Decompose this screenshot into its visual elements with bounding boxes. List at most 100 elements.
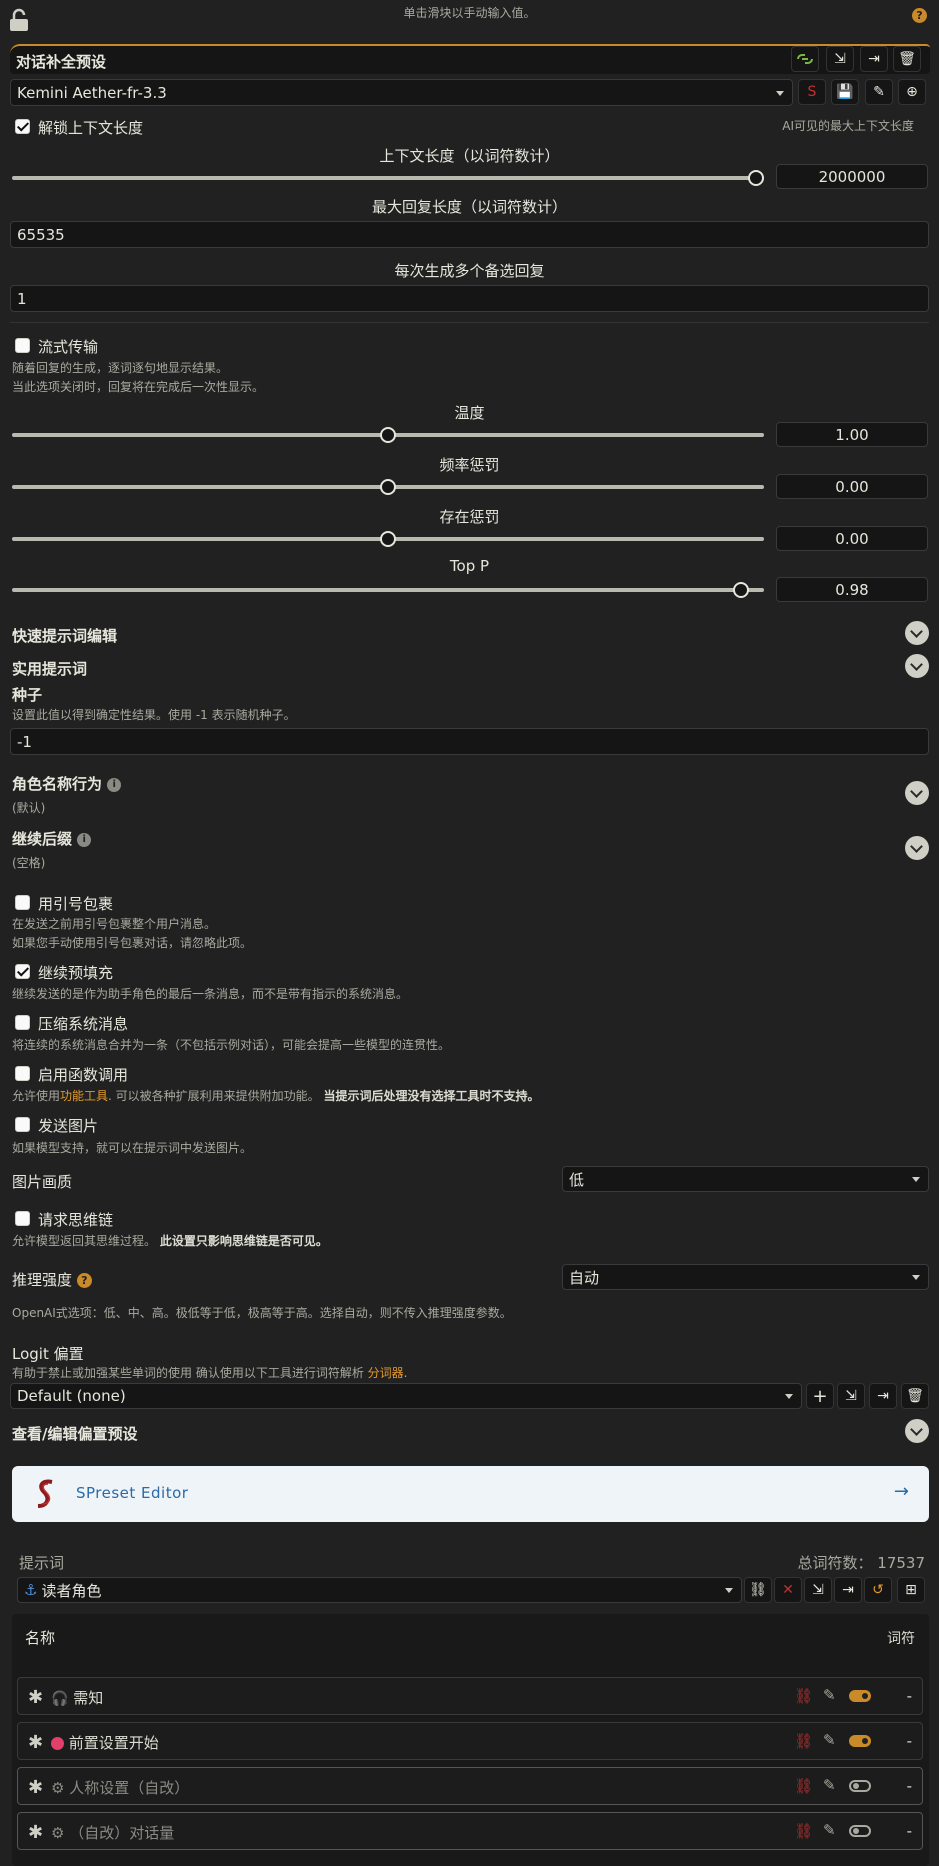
drag-icon[interactable]: ✱ [28, 1687, 43, 1708]
logit-bias-label: Logit 偏置 [12, 1345, 84, 1363]
edit-icon[interactable]: ✎ [823, 1776, 836, 1794]
function-calling-checkbox[interactable] [15, 1066, 30, 1081]
unlock-context-checkbox[interactable] [15, 119, 30, 134]
prompt-row[interactable]: ✱ ⚙ 人称设置（自改） ⛓ ✎ - [17, 1767, 923, 1805]
squash-system-checkbox[interactable] [15, 1015, 30, 1030]
image-quality-select[interactable]: 低 [562, 1166, 929, 1192]
seed-input[interactable]: -1 [10, 728, 929, 755]
unlink-icon[interactable]: ⛓ [794, 1687, 813, 1705]
drag-icon[interactable]: ✱ [28, 1822, 43, 1843]
prompt-tokens: - [906, 1687, 912, 1705]
export-icon[interactable]: ⇥ [834, 1577, 862, 1603]
send-images-checkbox[interactable] [15, 1117, 30, 1132]
prompt-row[interactable]: ✱ ⚙ （自改）对话量 ⛓ ✎ - [17, 1812, 923, 1850]
char-name-value: (默认) [12, 801, 46, 815]
slider-track[interactable] [12, 588, 764, 592]
logit-bias-desc: 有助于禁止或加强某些单词的使用 确认使用以下工具进行词符解析 分词器. [12, 1366, 408, 1380]
pink-dot-icon [51, 1737, 64, 1750]
toggle-icon[interactable] [849, 1735, 871, 1747]
trash-icon[interactable]: 🗑 [901, 1383, 929, 1409]
slider-value-input[interactable]: 0.00 [776, 526, 928, 551]
import-icon[interactable]: ⇲ [804, 1577, 832, 1603]
char-name-expand-icon[interactable] [905, 781, 929, 805]
save-icon[interactable]: 💾 [831, 79, 859, 105]
reasoning-effort-desc: OpenAI式选项：低、中、高。极低等于低，极高等于高。选择自动，则不传入推理强… [12, 1306, 512, 1320]
close-icon[interactable]: ✕ [774, 1577, 802, 1603]
utility-expand-icon[interactable] [905, 654, 929, 678]
link-icon[interactable] [791, 46, 819, 72]
info-icon[interactable]: i [77, 832, 92, 847]
prompt-character-select[interactable]: ⚓ 读者角色 [17, 1577, 742, 1603]
squash-system-desc: 将连续的系统消息合并为一条（不包括示例对话），可能会提高一些模型的连贯性。 [12, 1038, 451, 1052]
tokenizer-link[interactable]: 分词器 [368, 1366, 404, 1380]
spreset-logo-icon [34, 1478, 58, 1510]
slider-label: 存在惩罚 [439, 508, 500, 526]
slider-value-input[interactable]: 0.00 [776, 474, 928, 499]
edit-icon[interactable]: ✎ [823, 1821, 836, 1839]
view-bias-expand-icon[interactable] [905, 1419, 929, 1443]
reasoning-effort-select[interactable]: 自动 [562, 1264, 929, 1290]
drag-icon[interactable]: ✱ [28, 1777, 43, 1798]
context-length-input[interactable]: 2000000 [776, 164, 928, 189]
streaming-checkbox[interactable] [15, 338, 30, 353]
logit-preset-select[interactable]: Default (none) [10, 1383, 802, 1409]
unlink-icon[interactable]: ⛓ [794, 1822, 813, 1840]
info-icon[interactable]: i [107, 777, 122, 792]
total-tokens: 总词符数： 17537 [797, 1554, 925, 1572]
link-icon[interactable]: ⛓ [744, 1577, 772, 1603]
continue-suffix-label: 继续后缀 i [12, 828, 92, 849]
import-icon[interactable]: ⇲ [826, 46, 854, 72]
function-tools-link[interactable]: 功能工具 [60, 1089, 108, 1103]
slider-knob[interactable] [733, 582, 750, 598]
send-images-desc: 如果模型支持，就可以在提示词中发送图片。 [12, 1141, 253, 1155]
help-icon[interactable]: ? [912, 6, 927, 24]
s-icon[interactable]: S [798, 79, 826, 105]
continue-prefill-checkbox[interactable] [15, 964, 30, 979]
prompt-name: 前置设置开始 [51, 1732, 159, 1753]
char-name-label: 角色名称行为 i [12, 773, 122, 794]
help-icon[interactable]: ? [76, 1273, 92, 1288]
streaming-label: 流式传输 [38, 338, 99, 356]
slider-value-input[interactable]: 1.00 [776, 422, 928, 447]
seed-label: 种子 [12, 686, 43, 704]
wrap-quotes-desc-2: 如果您手动使用引号包裹对话，请忽略此项。 [12, 936, 253, 950]
spreset-editor-card[interactable]: SPreset Editor → [12, 1466, 929, 1522]
context-length-slider[interactable] [12, 176, 764, 180]
edit-icon[interactable]: ✎ [823, 1731, 836, 1749]
slider-knob[interactable] [380, 479, 396, 495]
wrap-quotes-checkbox[interactable] [15, 895, 30, 910]
context-length-knob[interactable] [748, 170, 764, 186]
drag-icon[interactable]: ✱ [28, 1732, 43, 1753]
quick-edit-expand-icon[interactable] [905, 621, 929, 645]
export-icon[interactable]: ⇥ [869, 1383, 897, 1409]
prompt-tokens: - [906, 1822, 912, 1840]
edit-icon[interactable]: ✎ [823, 1686, 836, 1704]
slider-value-input[interactable]: 0.98 [776, 577, 928, 602]
add-icon[interactable]: + [806, 1383, 834, 1409]
import-icon[interactable]: ⇲ [837, 1383, 865, 1409]
context-length-label: 上下文长度（以词符数计） [379, 147, 560, 165]
request-reasoning-checkbox[interactable] [15, 1211, 30, 1226]
continue-prefill-desc: 继续发送的是作为助手角色的最后一条消息，而不是带有指示的系统消息。 [12, 987, 409, 1001]
slider-knob[interactable] [380, 531, 396, 547]
unlink-icon[interactable]: ⛓ [794, 1777, 813, 1795]
prompt-row[interactable]: ✱ 🎧 需知 ⛓ ✎ - [17, 1677, 923, 1715]
prompt-row[interactable]: ✱ 前置设置开始 ⛓ ✎ - [17, 1722, 923, 1760]
export-icon[interactable]: ⇥ [860, 46, 888, 72]
slider-label: 频率惩罚 [439, 456, 500, 474]
edit-icon[interactable]: ✎ [865, 79, 893, 105]
new-file-icon[interactable]: ⊕ [898, 79, 926, 105]
unlink-icon[interactable]: ⛓ [794, 1732, 813, 1750]
add-icon[interactable]: ⊞ [897, 1577, 925, 1603]
preset-select[interactable]: Kemini Aether-fr-3.3 [10, 79, 793, 106]
trash-icon[interactable]: 🗑 [893, 46, 921, 72]
toggle-icon[interactable] [849, 1825, 871, 1837]
utility-heading: 实用提示词 [12, 660, 88, 678]
max-response-input[interactable]: 65535 [10, 221, 929, 248]
toggle-icon[interactable] [849, 1780, 871, 1792]
continue-suffix-expand-icon[interactable] [905, 836, 929, 860]
alternates-input[interactable]: 1 [10, 285, 929, 312]
toggle-icon[interactable] [849, 1690, 871, 1702]
slider-knob[interactable] [380, 427, 396, 443]
reset-icon[interactable]: ↺ [864, 1577, 892, 1603]
